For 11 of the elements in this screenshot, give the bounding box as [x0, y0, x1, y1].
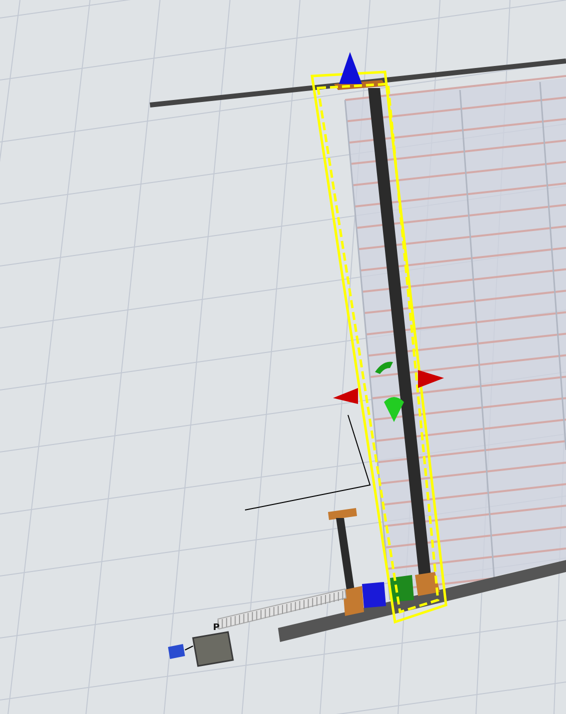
arrow-icon[interactable]: [333, 388, 358, 404]
load-box: [390, 575, 414, 602]
load-box: [362, 582, 386, 608]
source-drawing: [168, 631, 234, 667]
cone-icon[interactable]: [384, 397, 404, 422]
object-label: P: [213, 623, 220, 633]
rotation-icon[interactable]: [375, 362, 393, 374]
crane-base: [415, 572, 440, 596]
simulation-viewport[interactable]: P: [0, 0, 566, 714]
arrow-icon[interactable]: [418, 370, 444, 388]
cone-icon[interactable]: [339, 52, 362, 84]
